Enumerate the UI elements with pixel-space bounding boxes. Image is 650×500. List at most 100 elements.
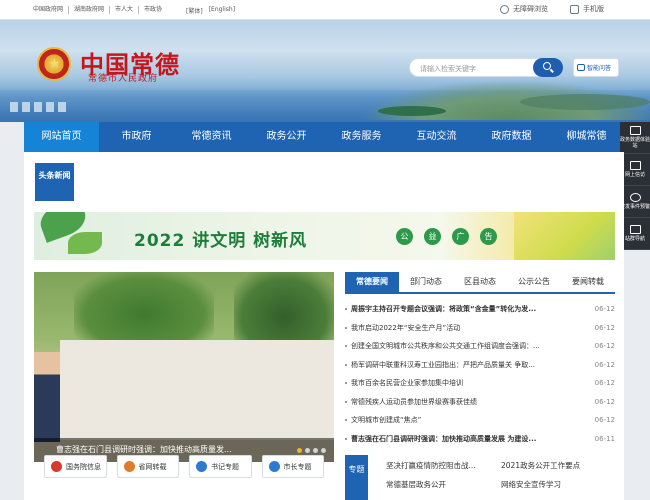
state-council-icon <box>51 461 62 472</box>
news-title[interactable]: 曹志强在石门县调研时强调：加快推动高质量发展 为建设... <box>351 435 536 443</box>
photo-person <box>34 352 60 442</box>
person-icon <box>196 461 207 472</box>
phone-icon <box>570 4 579 14</box>
quick-link-label: 国务院信息 <box>66 462 101 471</box>
list-item[interactable]: 创建全国文明城市公共秩序和公共交通工作组调度会强调：... 06-12 <box>345 337 615 356</box>
special-topic-item[interactable]: 常德基层政务公开 <box>386 479 501 490</box>
list-item[interactable]: 常德残疾人运动员参加世界级赛事获佳绩 06-12 <box>345 392 615 411</box>
quick-link-secretary[interactable]: 书记专题 <box>189 455 252 478</box>
sidetool-emergency-alert[interactable]: 突发事件预警 <box>620 186 650 218</box>
link-city-congress[interactable]: 市人大 <box>110 6 140 14</box>
photo-scenery <box>74 272 214 342</box>
special-topic-item[interactable]: 2021政务公开工作要点 <box>501 460 616 471</box>
link-hunan-gov[interactable]: 湖南政府网 <box>69 6 111 14</box>
island-scenery <box>378 106 446 116</box>
ad-decoration <box>514 212 615 260</box>
tab-reposted-news[interactable]: 要闻转载 <box>561 272 615 292</box>
repost-icon <box>123 461 135 472</box>
news-photo-carousel[interactable]: 曹志强在石门县调研时强调：加快推动高质量发... <box>34 272 334 462</box>
quick-link-state-council[interactable]: 国务院信息 <box>44 455 107 478</box>
sitemap-icon <box>629 225 641 234</box>
news-title[interactable]: 杨军调研中联重科汉寿工业园指出：严把产品质量关 争取... <box>351 361 535 369</box>
smart-qa-button[interactable]: 智能问答 <box>573 58 619 77</box>
list-item[interactable]: 杨军调研中联重科汉寿工业园指出：严把产品质量关 争取... 06-12 <box>345 355 615 374</box>
data-icon <box>629 126 641 135</box>
news-title[interactable]: 我市启动2022年“安全生产月”活动 <box>351 324 460 332</box>
carousel-dot[interactable] <box>321 448 326 453</box>
quick-link-label: 书记专题 <box>211 462 239 471</box>
search-input[interactable]: 请输入检索关键字 <box>420 64 476 74</box>
carousel-dots <box>297 448 326 453</box>
national-emblem-icon <box>37 47 71 81</box>
person-icon <box>268 461 280 472</box>
news-date: 06-12 <box>590 355 615 374</box>
nav-interaction[interactable]: 互动交流 <box>399 122 474 152</box>
ad-pill: 益 <box>424 228 441 245</box>
link-city-cppcc[interactable]: 市政协 <box>139 6 167 14</box>
news-date: 06-12 <box>590 318 615 337</box>
tab-department-news[interactable]: 部门动态 <box>399 272 453 292</box>
tab-changde-news[interactable]: 常德要闻 <box>345 272 399 292</box>
special-topics-tag[interactable]: 专题 <box>345 455 368 500</box>
nav-city-government[interactable]: 市政府 <box>99 122 174 152</box>
list-item[interactable]: 我市百余名民营企业家参加集中培训 06-12 <box>345 374 615 393</box>
english-link[interactable]: [English] <box>209 6 235 15</box>
quick-link-province-repost[interactable]: 省网转载 <box>116 455 179 478</box>
list-item[interactable]: 我市启动2022年“安全生产月”活动 06-12 <box>345 318 615 337</box>
robot-icon <box>577 64 585 71</box>
tab-county-news[interactable]: 区县动态 <box>453 272 507 292</box>
distant-shore <box>520 94 650 110</box>
nav-gov-affairs-open[interactable]: 政务公开 <box>249 122 324 152</box>
news-list: 周振宇主持召开专题会议强调：将政策“含金量”转化为发... 06-12 我市启动2… <box>345 300 615 448</box>
nav-gov-services[interactable]: 政务服务 <box>324 122 399 152</box>
quick-link-label: 省网转载 <box>138 462 167 471</box>
link-gov-cn[interactable]: 中国政府网 <box>28 6 70 14</box>
list-item[interactable]: 周振宇主持召开专题会议强调：将政策“含金量”转化为发... 06-12 <box>345 300 615 319</box>
sidetool-label: 站群导航 <box>624 236 645 242</box>
language-links: [繁体] [English] <box>186 6 235 15</box>
sidetool-site-navigation[interactable]: 站群导航 <box>620 218 650 250</box>
mail-icon <box>629 161 641 170</box>
main-content: 头条新闻 2022 讲文明 树新风 公 益 广 告 曹志强在石门县调研时强调：加… <box>24 152 624 500</box>
special-topic-item[interactable]: 网络安全宣传学习 <box>501 479 616 490</box>
news-title[interactable]: 周振宇主持召开专题会议强调：将政策“含金量”转化为发... <box>351 305 536 313</box>
boats-scenery <box>10 102 70 112</box>
news-title[interactable]: 常德残疾人运动员参加世界级赛事获佳绩 <box>351 398 477 406</box>
main-navigation: 网站首页 市政府 常德资讯 政务公开 政务服务 互动交流 政府数据 柳城常德 <box>24 122 624 152</box>
search-button[interactable] <box>533 58 563 77</box>
ad-pill: 广 <box>452 228 469 245</box>
nav-home[interactable]: 网站首页 <box>24 122 99 152</box>
headline-news-tag[interactable]: 头条新闻 <box>35 163 74 201</box>
quick-link-mayor[interactable]: 市长专题 <box>261 455 324 478</box>
carousel-dot[interactable] <box>313 448 318 453</box>
side-floating-toolbar: 政务数据体验站 网上信访 突发事件预警 站群导航 <box>620 122 650 250</box>
sidetool-data-station[interactable]: 政务数据体验站 <box>620 122 650 154</box>
mobile-version-button[interactable]: 手机版 <box>570 4 604 14</box>
news-title[interactable]: 创建全国文明城市公共秩序和公共交通工作组调度会强调：... <box>351 342 540 350</box>
news-title[interactable]: 我市百余名民营企业家参加集中培训 <box>351 379 463 387</box>
sidetool-online-petition[interactable]: 网上信访 <box>620 154 650 186</box>
accessibility-button[interactable]: 无障碍浏览 <box>500 4 548 14</box>
news-title[interactable]: 文明城市创建成“焦点” <box>351 416 421 424</box>
ad-pill: 公 <box>396 228 413 245</box>
public-service-ad-banner[interactable]: 2022 讲文明 树新风 公 益 广 告 <box>34 212 615 260</box>
nav-changde-news[interactable]: 常德资讯 <box>174 122 249 152</box>
sidetool-label: 政务数据体验站 <box>620 137 650 149</box>
carousel-dot[interactable] <box>297 448 302 453</box>
tab-announcements[interactable]: 公示公告 <box>507 272 561 292</box>
news-date: 06-12 <box>590 411 615 430</box>
search-icon <box>543 62 551 70</box>
list-item[interactable]: 文明城市创建成“焦点” 06-12 <box>345 411 615 430</box>
news-date: 06-11 <box>590 429 615 448</box>
news-tabs: 常德要闻 部门动态 区县动态 公示公告 要闻转载 <box>345 272 615 294</box>
traditional-chinese-link[interactable]: [繁体] <box>186 6 203 15</box>
nav-liucheng-changde[interactable]: 柳城常德 <box>549 122 624 152</box>
carousel-dot[interactable] <box>305 448 310 453</box>
leaf-decoration <box>68 232 102 254</box>
special-topic-item[interactable]: 坚决打赢疫情防控阻击战... <box>386 460 501 471</box>
quick-link-label: 市长专题 <box>283 462 312 471</box>
news-date: 06-12 <box>590 337 615 356</box>
list-item[interactable]: 曹志强在石门县调研时强调：加快推动高质量发展 为建设... 06-11 <box>345 429 615 448</box>
nav-gov-data[interactable]: 政府数据 <box>474 122 549 152</box>
search-box[interactable]: 请输入检索关键字 <box>409 58 563 77</box>
